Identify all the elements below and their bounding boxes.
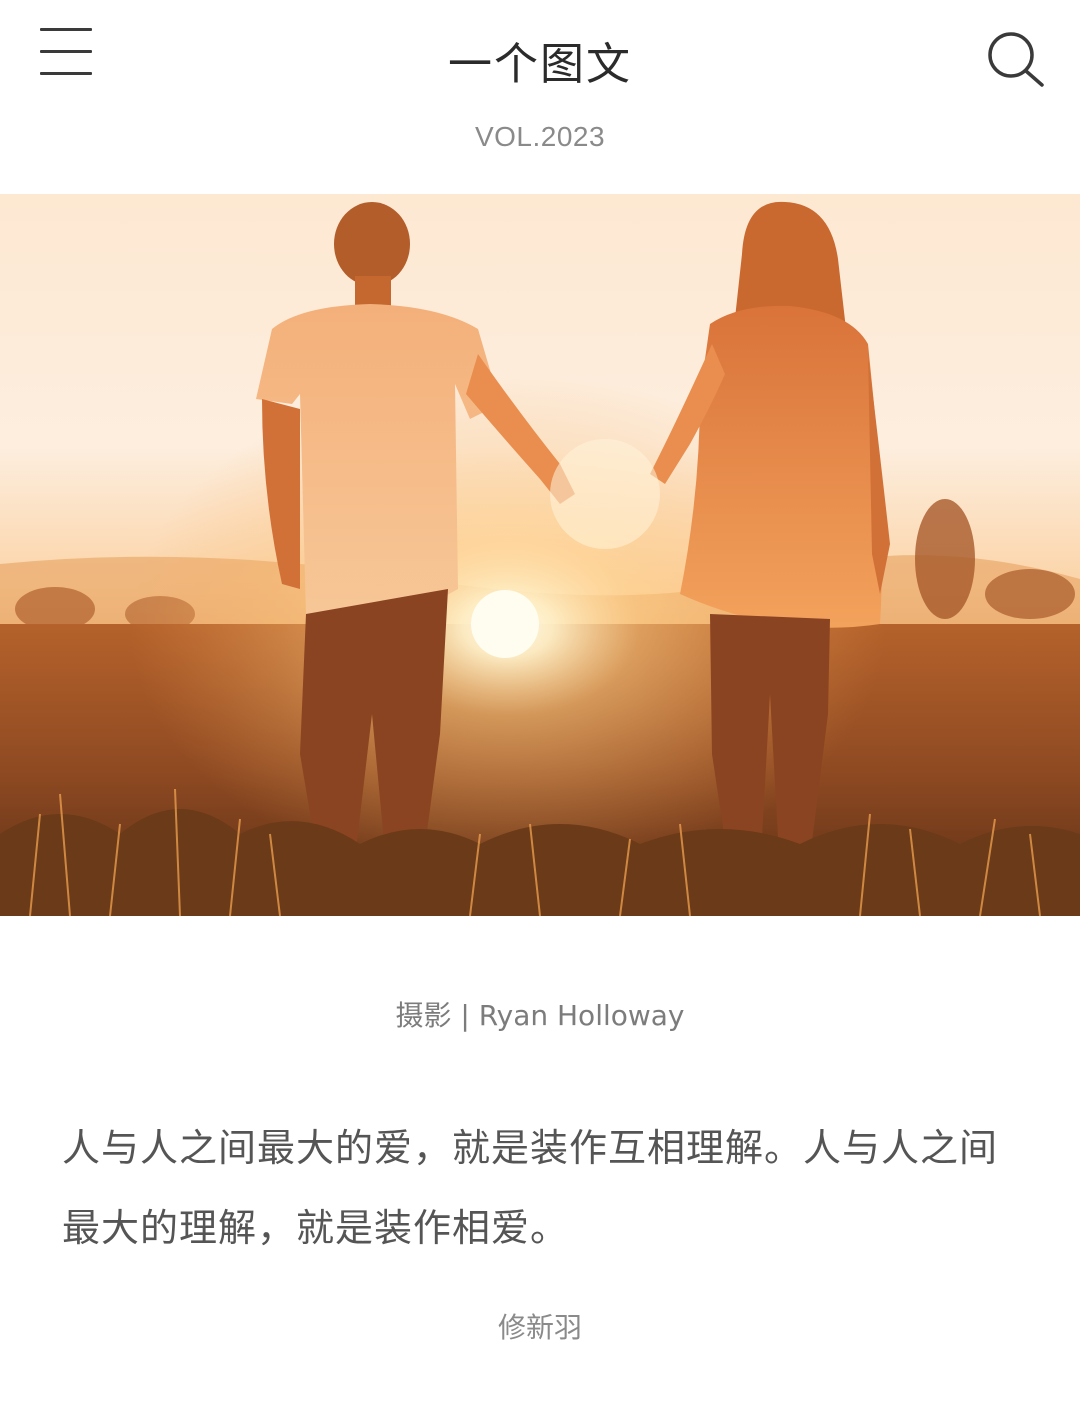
search-icon[interactable] bbox=[984, 28, 1048, 90]
author-name[interactable]: 修新羽 bbox=[0, 1306, 1080, 1346]
photo-credit: 摄影 | Ryan Holloway bbox=[395, 999, 685, 1032]
top-bar: 一个图文 bbox=[0, 0, 1080, 110]
volume-number: VOL.2023 bbox=[474, 121, 606, 152]
article-quote: 人与人之间最大的爱，就是装作互相理解。人与人之间最大的理解，就是装作相爱。 bbox=[62, 1126, 999, 1250]
hero-photo[interactable] bbox=[0, 194, 1080, 916]
page-title: 一个图文 bbox=[448, 39, 632, 90]
